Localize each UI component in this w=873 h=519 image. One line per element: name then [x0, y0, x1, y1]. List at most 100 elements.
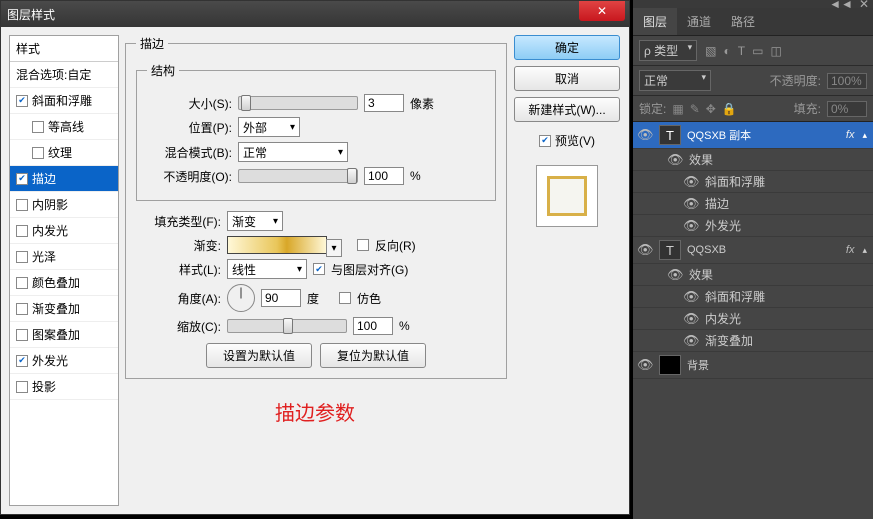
gradient-swatch[interactable]: [227, 236, 327, 254]
style-item[interactable]: 等高线: [10, 114, 118, 140]
layer-row[interactable]: 👁TQQSXBfx▴: [633, 237, 873, 264]
blendmode-select[interactable]: 正常: [238, 142, 348, 162]
panel-opacity-input[interactable]: [827, 73, 867, 89]
effect-label: 渐变叠加: [705, 332, 753, 349]
style-item[interactable]: 光泽: [10, 244, 118, 270]
align-checkbox[interactable]: [313, 263, 325, 275]
effect-row[interactable]: 👁效果: [633, 149, 873, 171]
position-select[interactable]: 外部: [238, 117, 300, 137]
style-item[interactable]: 纹理: [10, 140, 118, 166]
style-checkbox[interactable]: [32, 147, 44, 159]
angle-input[interactable]: [261, 289, 301, 307]
style-item-label: 光泽: [32, 248, 56, 265]
visibility-toggle[interactable]: 👁: [637, 242, 653, 258]
visibility-toggle[interactable]: 👁: [683, 196, 699, 212]
style-item[interactable]: 描边: [10, 166, 118, 192]
filter-type-icon[interactable]: T: [738, 44, 745, 58]
reset-default-button[interactable]: 复位为默认值: [320, 343, 426, 368]
style-item[interactable]: 内发光: [10, 218, 118, 244]
visibility-toggle[interactable]: 👁: [637, 357, 653, 373]
filter-adjust-icon[interactable]: ◐: [724, 44, 731, 58]
lock-transparency-icon[interactable]: ▦: [672, 102, 683, 116]
visibility-toggle[interactable]: 👁: [683, 218, 699, 234]
style-checkbox[interactable]: [16, 277, 28, 289]
layer-row[interactable]: 👁背景: [633, 352, 873, 379]
layer-row[interactable]: 👁TQQSXB 副本fx▴: [633, 122, 873, 149]
new-style-button[interactable]: 新建样式(W)...: [514, 97, 620, 122]
visibility-toggle[interactable]: 👁: [667, 267, 683, 283]
style-item[interactable]: 颜色叠加: [10, 270, 118, 296]
style-item[interactable]: 斜面和浮雕: [10, 88, 118, 114]
scale-slider[interactable]: [227, 319, 347, 333]
fill-input[interactable]: [827, 101, 867, 117]
style-checkbox[interactable]: [16, 381, 28, 393]
titlebar[interactable]: 图层样式 ✕: [1, 1, 629, 27]
opacity-input[interactable]: [364, 167, 404, 185]
filter-shape-icon[interactable]: ▭: [752, 44, 763, 58]
visibility-toggle[interactable]: 👁: [637, 127, 653, 143]
tab-paths[interactable]: 路径: [721, 8, 765, 35]
main-panel: 描边 结构 大小(S): 像素 位置(P): 外部 混合模式(B):: [125, 35, 507, 506]
effect-row[interactable]: 👁内发光: [633, 308, 873, 330]
visibility-toggle[interactable]: 👁: [683, 311, 699, 327]
lock-all-icon[interactable]: 🔒: [722, 102, 737, 116]
effect-row[interactable]: 👁斜面和浮雕: [633, 286, 873, 308]
style-checkbox[interactable]: [16, 303, 28, 315]
style-checkbox[interactable]: [16, 355, 28, 367]
style-item-label: 颜色叠加: [32, 274, 80, 291]
filltype-select[interactable]: 渐变: [227, 211, 283, 231]
preview-checkbox[interactable]: [539, 135, 551, 147]
gradstyle-select[interactable]: 线性: [227, 259, 307, 279]
effect-row[interactable]: 👁斜面和浮雕: [633, 171, 873, 193]
tab-layers[interactable]: 图层: [633, 8, 677, 35]
reverse-checkbox[interactable]: [357, 239, 369, 251]
visibility-toggle[interactable]: 👁: [683, 289, 699, 305]
style-item[interactable]: 渐变叠加: [10, 296, 118, 322]
style-item[interactable]: 内阴影: [10, 192, 118, 218]
chevron-up-icon[interactable]: ▴: [862, 245, 867, 256]
lock-position-icon[interactable]: ✥: [706, 102, 716, 116]
layer-kind-select[interactable]: ρ 类型: [639, 40, 697, 61]
dither-checkbox[interactable]: [339, 292, 351, 304]
blending-options-item[interactable]: 混合选项:自定: [10, 62, 118, 88]
visibility-toggle[interactable]: 👁: [683, 174, 699, 190]
lock-paint-icon[interactable]: ✎: [690, 102, 700, 116]
filter-pixel-icon[interactable]: ▧: [705, 44, 716, 58]
filltype-label: 填充类型(F):: [136, 213, 221, 230]
style-checkbox[interactable]: [16, 95, 28, 107]
scale-input[interactable]: [353, 317, 393, 335]
size-input[interactable]: [364, 94, 404, 112]
style-list-header[interactable]: 样式: [10, 36, 118, 62]
style-item[interactable]: 外发光: [10, 348, 118, 374]
angle-dial[interactable]: [227, 284, 255, 312]
effect-row[interactable]: 👁效果: [633, 264, 873, 286]
effect-label: 外发光: [705, 217, 741, 234]
style-item[interactable]: 投影: [10, 374, 118, 400]
preview-swatch: [536, 165, 598, 227]
effect-row[interactable]: 👁 外发光: [633, 215, 873, 237]
style-checkbox[interactable]: [16, 173, 28, 185]
cancel-button[interactable]: 取消: [514, 66, 620, 91]
style-checkbox[interactable]: [16, 225, 28, 237]
size-slider[interactable]: [238, 96, 358, 110]
set-default-button[interactable]: 设置为默认值: [206, 343, 312, 368]
visibility-toggle[interactable]: 👁: [683, 333, 699, 349]
style-checkbox[interactable]: [32, 121, 44, 133]
panel-collapse-bar[interactable]: ◄◄✕: [633, 0, 873, 8]
style-checkbox[interactable]: [16, 199, 28, 211]
opacity-slider[interactable]: [238, 169, 358, 183]
close-button[interactable]: ✕: [579, 1, 625, 21]
visibility-toggle[interactable]: 👁: [667, 152, 683, 168]
ok-button[interactable]: 确定: [514, 35, 620, 60]
layer-thumb: T: [659, 125, 681, 145]
style-item[interactable]: 图案叠加: [10, 322, 118, 348]
chevron-up-icon[interactable]: ▴: [862, 130, 867, 141]
layer-thumb: [659, 355, 681, 375]
effect-row[interactable]: 👁描边: [633, 193, 873, 215]
filter-smart-icon[interactable]: ◫: [770, 44, 781, 58]
style-checkbox[interactable]: [16, 329, 28, 341]
tab-channels[interactable]: 通道: [677, 8, 721, 35]
style-checkbox[interactable]: [16, 251, 28, 263]
panel-blendmode-select[interactable]: 正常: [639, 70, 711, 91]
effect-row[interactable]: 👁 渐变叠加: [633, 330, 873, 352]
